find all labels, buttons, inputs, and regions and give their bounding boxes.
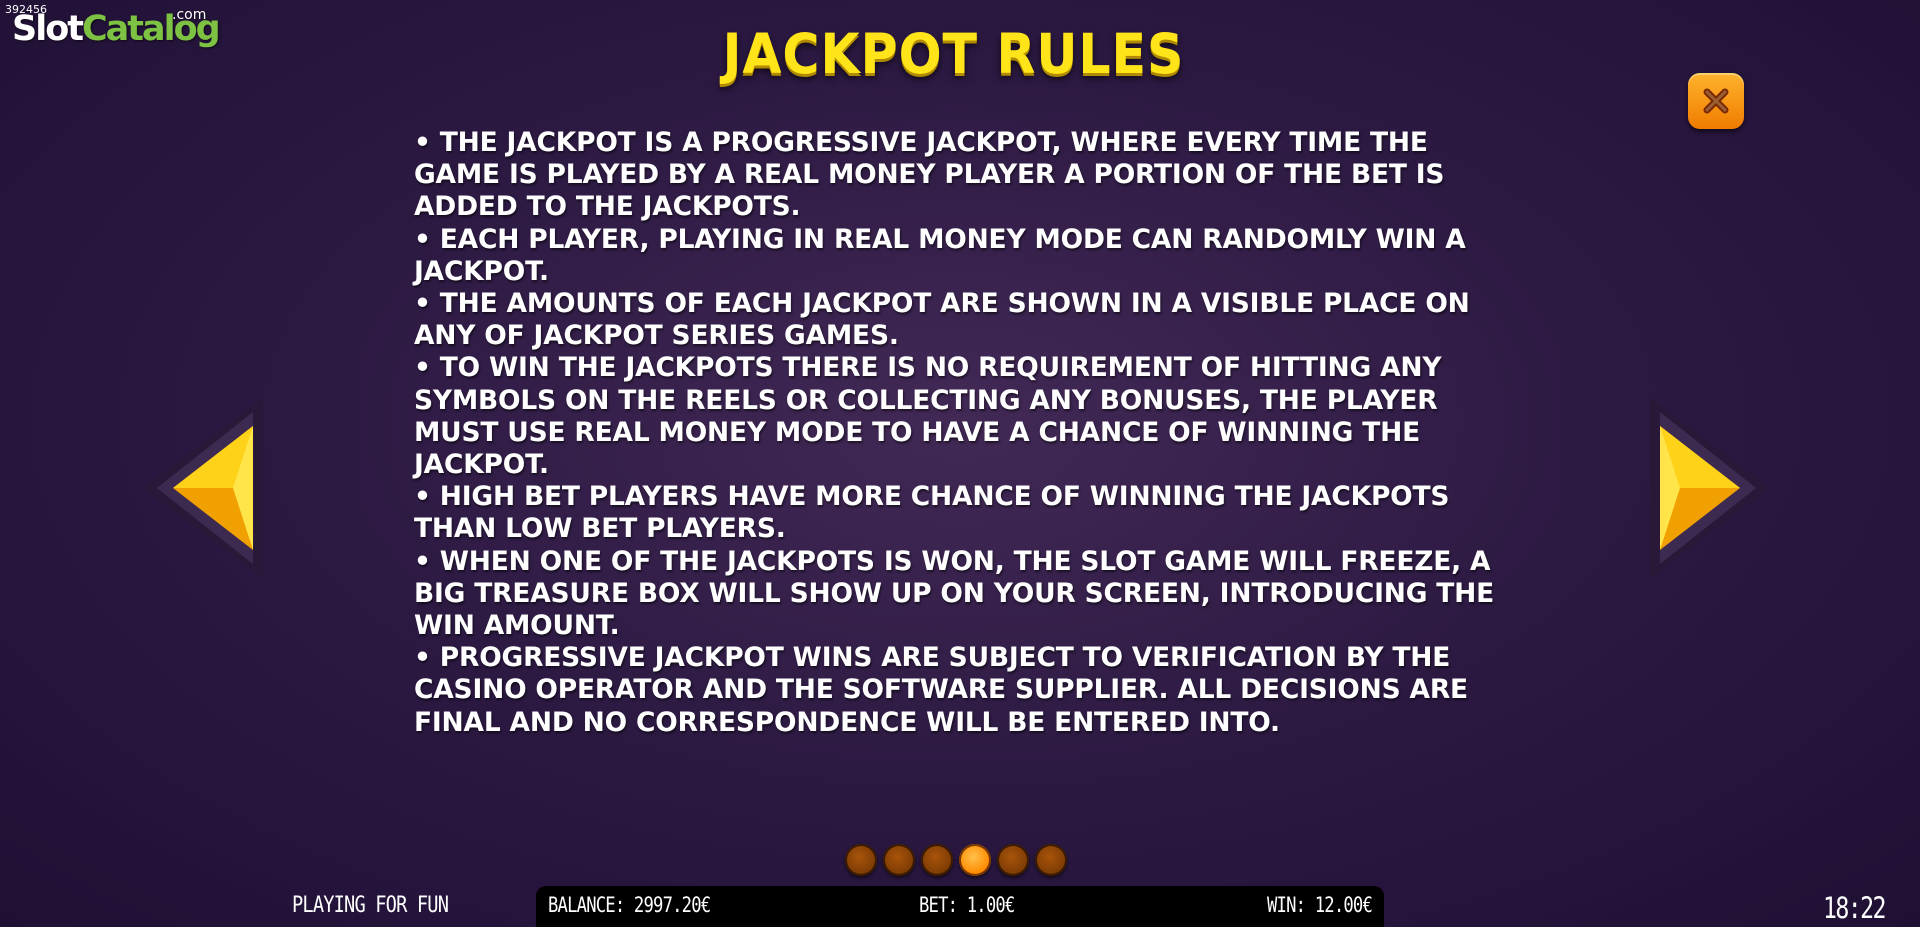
close-button[interactable] (1688, 73, 1744, 129)
rule-item: • TO WIN THE JACKPOTS THERE IS NO REQUIR… (414, 352, 1442, 481)
bet-display: BET: 1.00€ (919, 893, 1015, 917)
page-title: JACKPOT RULES (722, 22, 1185, 86)
page-dot-1[interactable] (845, 844, 877, 876)
arrow-right-icon (1650, 398, 1770, 578)
arrow-left-icon (143, 398, 263, 578)
next-page-button[interactable] (1650, 398, 1770, 578)
status-bar: BALANCE: 2997.20€ BET: 1.00€ WIN: 12.00€ (536, 886, 1384, 927)
rule-item: • WHEN ONE OF THE JACKPOTS IS WON, THE S… (414, 545, 1495, 642)
rule-item: • THE JACKPOT IS A PROGRESSIVE JACKPOT, … (414, 127, 1445, 223)
clock: 18:22 (1823, 891, 1886, 925)
page-dot-4-active[interactable] (959, 844, 991, 876)
balance-display: BALANCE: 2997.20€ (548, 893, 711, 917)
page-dot-6[interactable] (1035, 844, 1067, 876)
page-dot-3[interactable] (921, 844, 953, 876)
page-dot-5[interactable] (997, 844, 1029, 876)
play-mode-label: PLAYING FOR FUN (292, 893, 449, 918)
close-icon (1703, 88, 1729, 114)
logo-slot-text: Slot (12, 9, 84, 49)
logo-dotcom-text: .com (172, 7, 207, 23)
page-dot-2[interactable] (883, 844, 915, 876)
rules-list: • THE JACKPOT IS A PROGRESSIVE JACKPOT, … (414, 127, 1514, 739)
win-display: WIN: 12.00€ (1267, 893, 1373, 917)
rule-item: • EACH PLAYER, PLAYING IN REAL MONEY MOD… (414, 223, 1466, 287)
previous-page-button[interactable] (143, 398, 263, 578)
pagination-dots (845, 844, 1067, 876)
rule-item: • PROGRESSIVE JACKPOT WINS ARE SUBJECT T… (414, 642, 1468, 738)
rule-item: • HIGH BET PLAYERS HAVE MORE CHANCE OF W… (414, 481, 1450, 545)
rule-item: • THE AMOUNTS OF EACH JACKPOT ARE SHOWN … (414, 288, 1470, 352)
